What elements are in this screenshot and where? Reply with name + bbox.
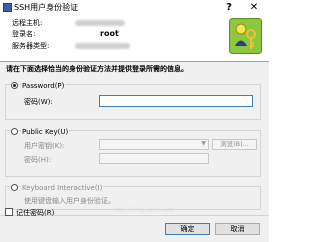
watermark: http://blog.csdn.net/ <box>113 207 175 214</box>
server-type-label: 服务器类型: <box>12 42 50 50</box>
user-key-select[interactable]: ▼ <box>99 139 209 150</box>
public-key-option-label[interactable]: Public Key(U) <box>21 128 70 136</box>
keyboard-interactive-description: 使用键盘输入用户身份验证。 <box>24 197 115 205</box>
title-bar: SSH用户身份验证 ? ✕ <box>0 0 269 15</box>
public-key-radio[interactable] <box>11 128 18 135</box>
password-option-label[interactable]: Password(P) <box>21 82 66 90</box>
chevron-down-icon: ▼ <box>201 140 206 147</box>
close-button[interactable]: ✕ <box>244 1 264 14</box>
remember-password-label[interactable]: 记住密码(R) <box>16 208 54 218</box>
passphrase-input[interactable] <box>99 153 209 164</box>
instruction-text: 请在下面选择恰当的身份验证方法并提供登录所需的信息。 <box>6 65 188 73</box>
browse-button[interactable]: 浏览(B)... <box>212 139 257 150</box>
connection-info: 远程主机: 登录名: root 服务器类型: <box>0 15 269 61</box>
remember-password-checkbox[interactable] <box>5 208 13 216</box>
remote-host-label: 远程主机: <box>12 19 43 27</box>
keyboard-interactive-radio[interactable] <box>11 184 18 191</box>
password-input[interactable] <box>99 95 253 107</box>
keyboard-interactive-label[interactable]: Keyboard Interactive(I) <box>21 184 104 192</box>
server-type-value-redacted <box>75 43 130 49</box>
user-keys-icon <box>229 18 262 54</box>
window-title: SSH用户身份验证 <box>14 3 79 12</box>
ok-button[interactable]: 确定 <box>165 223 210 235</box>
user-key-label: 用户密钥(K): <box>24 142 65 150</box>
password-radio[interactable] <box>11 82 18 89</box>
password-field-label: 密码(W): <box>24 98 53 106</box>
cancel-button[interactable]: 取消 <box>215 223 260 235</box>
login-name-label: 登录名: <box>12 30 36 38</box>
login-name-value: root <box>100 29 119 38</box>
remote-host-value-redacted <box>75 20 125 26</box>
app-icon <box>3 3 12 12</box>
passphrase-label: 密码(H): <box>24 156 52 164</box>
help-button[interactable]: ? <box>222 1 236 14</box>
